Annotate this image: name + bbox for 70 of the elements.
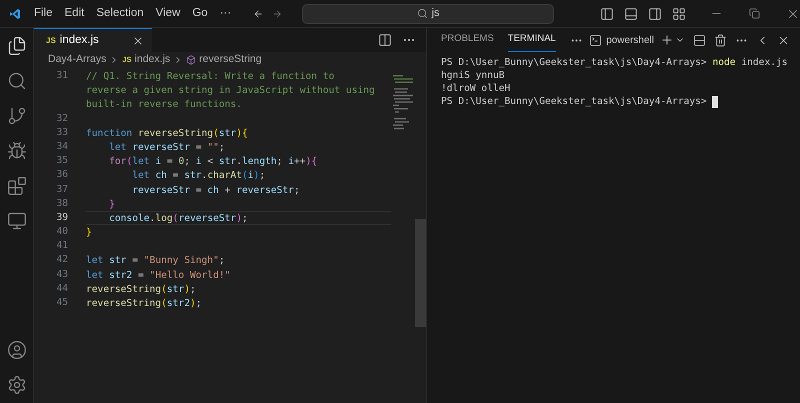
sidebar-toggle-icon[interactable] — [600, 6, 614, 20]
menu-item[interactable]: Selection — [90, 2, 150, 24]
line-number: 45 — [56, 297, 68, 308]
panel-tab[interactable]: TERMINAL — [508, 28, 556, 52]
code-line: for(let i = 0; i < str.length; i++){ — [108, 156, 318, 168]
bug-icon[interactable] — [6, 141, 26, 161]
menu-item[interactable]: File — [28, 2, 58, 24]
search-text: js — [432, 6, 440, 22]
trash-icon[interactable] — [714, 34, 727, 46]
account-icon[interactable] — [6, 340, 26, 360]
editor-tab[interactable]: JS index.js — [34, 28, 152, 52]
terminal-line: hgniS ynnuB — [441, 69, 505, 82]
code-line: built-in reverse functions. — [86, 99, 242, 110]
search-field[interactable]: js — [302, 4, 554, 24]
line-number: 37 — [56, 184, 68, 194]
monitor-icon[interactable] — [6, 211, 26, 231]
panel-toggle-icon[interactable] — [624, 6, 638, 20]
line-number: 38 — [56, 198, 68, 209]
code-line: let str2 = "Hello World!" — [86, 270, 230, 281]
code-line: let str = "Bunny Singh"; — [86, 255, 225, 266]
line-number: 36 — [56, 169, 68, 180]
line-number: 39 — [56, 212, 68, 223]
menu-item[interactable]: View — [150, 2, 186, 24]
code-line: console.log(reverseStr); — [108, 212, 248, 224]
branch-icon[interactable] — [6, 106, 26, 126]
breadcrumb-item[interactable]: reverseString — [186, 52, 262, 68]
line-number: 34 — [56, 140, 68, 152]
cube-icon — [186, 55, 196, 65]
settings-icon[interactable] — [6, 375, 26, 395]
menu-item[interactable]: Go — [186, 2, 214, 24]
code-line: reverseStr = ch + reverseStr; — [131, 184, 300, 196]
code-line: // Q1. String Reversal: Write a function to — [86, 71, 334, 82]
code-line: } — [86, 227, 92, 238]
search-icon — [416, 8, 428, 19]
scrollbar-thumb[interactable] — [415, 219, 426, 327]
restore-icon[interactable] — [748, 8, 760, 19]
close-icon[interactable] — [132, 34, 144, 46]
menu-item[interactable]: ··· — [214, 2, 238, 24]
layout-icon[interactable] — [672, 6, 686, 20]
code-line: reverse a given string in JavaScript without using — [86, 85, 375, 96]
line-number: 42 — [56, 254, 68, 266]
menu-item[interactable]: Edit — [58, 2, 90, 24]
split-editor-icon[interactable] — [378, 33, 392, 47]
line-number: 41 — [56, 240, 68, 252]
code-line: reverseString(str2); — [86, 298, 202, 309]
line-number: 44 — [56, 282, 68, 294]
terminal-line: PS D:\User_Bunny\Geekster_task\js\Day4-Arrays> node index.js — [441, 56, 788, 69]
line-number: 33 — [56, 126, 68, 138]
add-icon[interactable] — [660, 33, 674, 47]
terminal-shell[interactable]: powershell — [589, 32, 654, 48]
line-number: 35 — [56, 155, 68, 166]
panel-tab[interactable]: PROBLEMS — [441, 28, 494, 52]
breadcrumb-item[interactable]: Day4-Arrays — [48, 52, 106, 68]
split-icon[interactable] — [693, 34, 706, 46]
code-line: reverseString(str); — [86, 284, 196, 295]
line-number: 31 — [56, 70, 68, 81]
terminal-line: PS D:\User_Bunny\Geekster_task\js\Day4-Arrays> — [441, 95, 708, 108]
line-number: 40 — [56, 226, 68, 238]
secondary-sidebar-icon[interactable] — [648, 6, 662, 20]
line-number: 43 — [56, 268, 68, 280]
search-icon[interactable] — [6, 71, 26, 91]
terminal-icon — [589, 34, 602, 46]
terminal-line: !dlroW olleH — [441, 82, 510, 95]
code-line: } — [108, 198, 115, 210]
files-icon[interactable] — [6, 36, 26, 56]
extensions-icon[interactable] — [6, 176, 26, 196]
code-line: function reverseString(str){ — [86, 128, 248, 139]
code-line: let ch = str.charAt(i); — [131, 170, 266, 182]
line-number: 32 — [56, 112, 68, 124]
code-line: let reverseStr = ""; — [108, 142, 225, 153]
